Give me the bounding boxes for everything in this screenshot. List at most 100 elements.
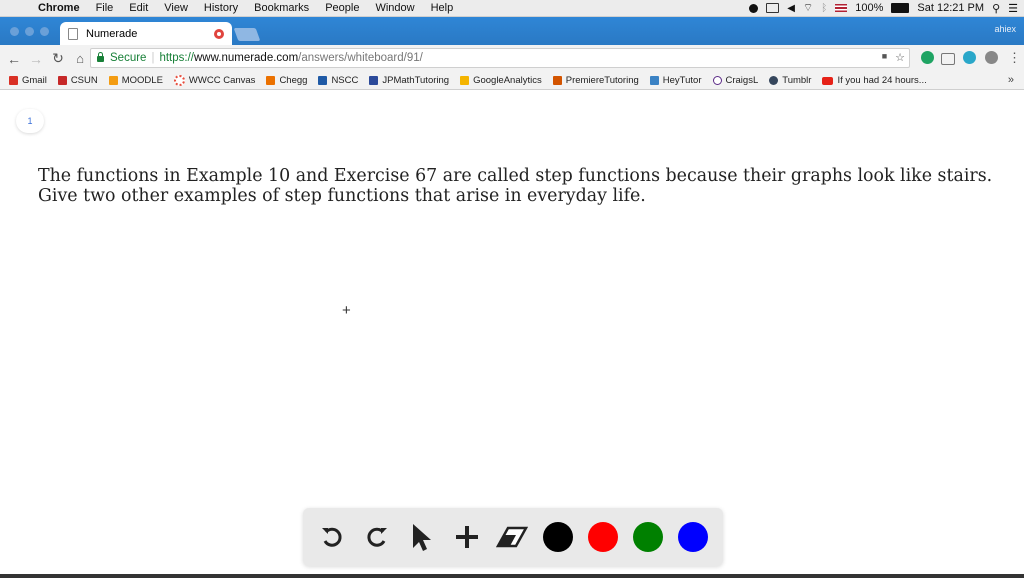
- extension-grey-icon[interactable]: [985, 51, 998, 64]
- tab-numerade[interactable]: Numerade: [60, 22, 232, 45]
- window-zoom-button[interactable]: [40, 27, 49, 36]
- bookmark-tumblr[interactable]: Tumblr: [769, 75, 811, 86]
- crosshair-cursor-icon: +: [342, 302, 351, 319]
- menu-file[interactable]: File: [88, 2, 122, 14]
- bookmark-label: Tumblr: [782, 75, 812, 86]
- volume-icon[interactable]: ◀: [787, 3, 795, 14]
- bookmarks-bar: Gmail CSUN MOODLE WWCC Canvas Chegg NSCC…: [0, 72, 1024, 90]
- premiere-icon: [552, 76, 562, 85]
- new-tab-button[interactable]: [233, 28, 261, 41]
- address-bar[interactable]: Secure | https://www.numerade.com/answer…: [90, 48, 910, 68]
- bookmark-label: NSCC: [331, 75, 359, 86]
- bookmark-craigsl[interactable]: CraigsL: [712, 75, 759, 86]
- bookmark-gmail[interactable]: Gmail: [9, 75, 47, 86]
- bookmark-label: Chegg: [279, 75, 308, 86]
- bookmark-csun[interactable]: CSUN: [57, 75, 98, 86]
- nscc-icon: [318, 76, 328, 85]
- drawing-toolbar: [303, 508, 723, 566]
- bookmark-label: WWCC Canvas: [188, 75, 256, 86]
- bookmark-moodle[interactable]: MOODLE: [108, 75, 163, 86]
- extension-blue-icon[interactable]: [963, 51, 976, 64]
- spotlight-search-icon[interactable]: ⚲: [992, 2, 1000, 15]
- jpmath-icon: [369, 76, 379, 85]
- url-host: www.numerade.com: [193, 52, 299, 64]
- home-icon[interactable]: ⌂: [69, 51, 91, 66]
- csun-icon: [57, 76, 67, 85]
- menu-app-name[interactable]: Chrome: [30, 2, 88, 14]
- extension-green-icon[interactable]: [921, 51, 934, 64]
- url-path: /answers/whiteboard/91/: [298, 52, 423, 64]
- secure-label: Secure: [110, 52, 147, 64]
- bookmark-wwcc-canvas[interactable]: WWCC Canvas: [173, 75, 256, 86]
- moodle-icon: [108, 76, 118, 85]
- menu-edit[interactable]: Edit: [121, 2, 156, 14]
- bookmark-star-icon[interactable]: ☆: [895, 51, 905, 64]
- bookmark-heytutor[interactable]: HeyTutor: [649, 75, 702, 86]
- battery-percent[interactable]: 100%: [855, 2, 883, 14]
- page-number: 1: [27, 116, 33, 126]
- status-icon[interactable]: [749, 3, 759, 13]
- back-arrow-icon[interactable]: ←: [3, 51, 25, 67]
- url-scheme: https://: [159, 52, 194, 64]
- document-icon: [68, 27, 78, 40]
- select-pointer-icon[interactable]: [405, 521, 437, 553]
- chrome-menu-icon[interactable]: ⋮: [1008, 50, 1021, 66]
- undo-icon[interactable]: [316, 521, 348, 553]
- menu-history[interactable]: History: [196, 2, 246, 14]
- bookmark-chegg[interactable]: Chegg: [266, 75, 307, 86]
- flag-icon[interactable]: [835, 4, 848, 12]
- camera-icon[interactable]: ■: [882, 51, 887, 64]
- reload-icon[interactable]: ↻: [47, 50, 69, 67]
- forward-arrow-icon[interactable]: →: [25, 51, 47, 67]
- window-close-button[interactable]: [10, 27, 19, 36]
- bookmark-premieretutoring[interactable]: PremiereTutoring: [552, 75, 639, 86]
- bookmark-label: MOODLE: [121, 75, 163, 86]
- peace-icon: [712, 76, 722, 85]
- analytics-icon: [460, 76, 470, 85]
- menu-people[interactable]: People: [317, 2, 367, 14]
- bookmark-label: Gmail: [22, 75, 47, 86]
- menu-help[interactable]: Help: [423, 2, 462, 14]
- notification-center-icon[interactable]: ☰: [1008, 2, 1018, 15]
- window-minimize-button[interactable]: [25, 27, 34, 36]
- bookmark-label: GoogleAnalytics: [473, 75, 542, 86]
- menubar-clock[interactable]: Sat 12:21 PM: [917, 2, 984, 14]
- bookmark-label: JPMathTutoring: [382, 75, 450, 86]
- color-blue-swatch[interactable]: [678, 522, 708, 552]
- youtube-icon: [822, 76, 834, 85]
- bookmark-youtube-video[interactable]: If you had 24 hours...: [822, 75, 927, 86]
- menu-view[interactable]: View: [156, 2, 196, 14]
- gmail-icon: [9, 76, 18, 85]
- mac-menubar: Chrome File Edit View History Bookmarks …: [0, 0, 1024, 17]
- tab-recording-indicator-icon[interactable]: [214, 28, 224, 39]
- browser-toolbar: ← → ↻ ⌂ Secure | https://www.numerade.co…: [0, 45, 1024, 72]
- tab-title: Numerade: [86, 27, 138, 40]
- canvas-icon: [173, 75, 185, 86]
- bookmarks-overflow-icon[interactable]: »: [1008, 74, 1014, 86]
- eraser-icon[interactable]: [496, 521, 528, 553]
- redo-icon[interactable]: [361, 521, 393, 553]
- menu-bookmarks[interactable]: Bookmarks: [246, 2, 317, 14]
- color-red-swatch[interactable]: [588, 522, 618, 552]
- bookmark-label: If you had 24 hours...: [837, 75, 927, 86]
- cast-icon[interactable]: [941, 53, 955, 65]
- color-black-swatch[interactable]: [543, 522, 573, 552]
- bluetooth-icon[interactable]: ᛒ: [821, 3, 827, 14]
- page-number-badge[interactable]: 1: [16, 109, 44, 133]
- add-plus-icon[interactable]: [451, 521, 483, 553]
- menu-window[interactable]: Window: [367, 2, 422, 14]
- airplay-icon[interactable]: [766, 3, 780, 13]
- bookmark-jpmathtutoring[interactable]: JPMathTutoring: [369, 75, 449, 86]
- battery-icon[interactable]: [891, 3, 910, 13]
- color-green-swatch[interactable]: [633, 522, 663, 552]
- chegg-icon: [266, 76, 276, 85]
- bookmark-googleanalytics[interactable]: GoogleAnalytics: [460, 75, 542, 86]
- wifi-icon[interactable]: ⌔: [803, 1, 813, 15]
- window-bottom-edge: [0, 574, 1024, 578]
- profile-label[interactable]: ahiex: [994, 24, 1016, 34]
- bookmark-nscc[interactable]: NSCC: [318, 75, 358, 86]
- bookmark-label: CraigsL: [725, 75, 759, 86]
- heytutor-icon: [649, 76, 659, 85]
- lock-icon[interactable]: [97, 52, 104, 62]
- question-text: The functions in Example 10 and Exercise…: [38, 166, 993, 206]
